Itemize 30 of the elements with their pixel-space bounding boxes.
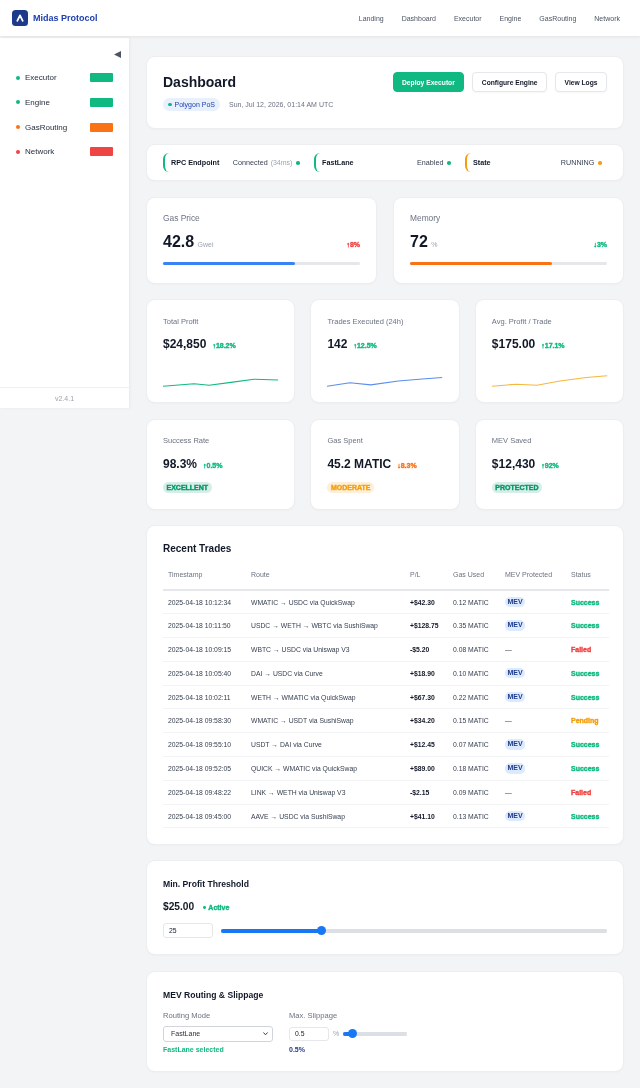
sidebar-item[interactable]: Network	[16, 144, 113, 159]
metric-value: $175.00	[491, 337, 536, 352]
app-title: Midas Protocol	[33, 12, 98, 24]
sidebar-item[interactable]: Executor	[16, 70, 113, 85]
metric-value: 72	[410, 231, 428, 251]
status-block-icon	[90, 73, 113, 82]
metric-value: 142	[327, 337, 348, 352]
section-title: MEV Routing & Slippage	[163, 989, 264, 1000]
status-block-icon	[90, 122, 113, 132]
metric-value: 42.8	[163, 231, 195, 251]
chevron-down-icon	[263, 1031, 268, 1036]
section-title: Recent Trades	[163, 543, 232, 556]
metric-title: Gas Price	[163, 212, 200, 223]
metric-title: Memory	[410, 212, 441, 223]
status-block-icon	[90, 147, 113, 157]
section-title: Min. Profit Threshold	[163, 878, 249, 889]
logo-icon	[12, 10, 28, 26]
slider-thumb[interactable]	[347, 1029, 357, 1039]
page-title: Dashboard	[163, 74, 237, 91]
sidebar-item[interactable]: Engine	[16, 95, 113, 110]
left-triangle-icon[interactable]	[114, 51, 121, 58]
metric-value: $24,850	[163, 337, 207, 352]
status-block-icon	[90, 97, 113, 107]
metric-value: 45.2 MATIC	[327, 457, 392, 472]
slider-thumb[interactable]	[317, 926, 327, 936]
metric-value: 98.3%	[163, 457, 198, 472]
sidebar-item[interactable]: GasRouting	[16, 120, 113, 135]
metric-value: $12,430	[491, 457, 536, 472]
status-dot-icon	[168, 102, 172, 107]
threshold-value: $25.00	[163, 901, 195, 914]
